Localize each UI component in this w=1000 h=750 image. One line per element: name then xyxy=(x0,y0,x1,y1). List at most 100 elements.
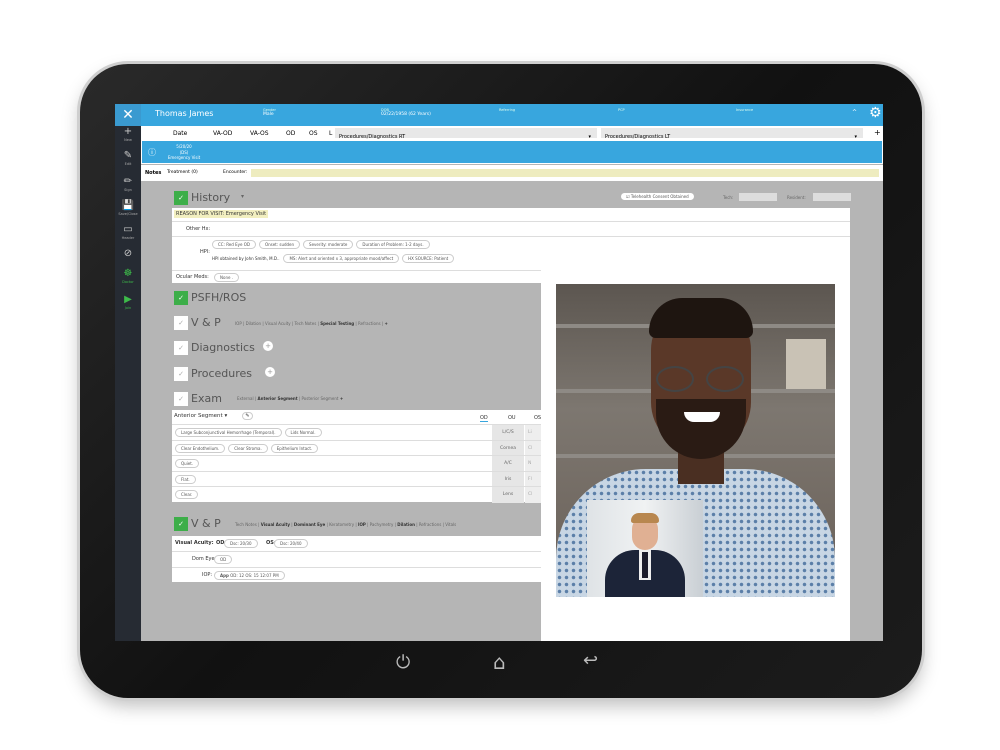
procedures-check[interactable]: ✓ xyxy=(174,367,188,381)
vp2-title[interactable]: V & P xyxy=(191,517,221,530)
add-icon[interactable]: + xyxy=(874,128,881,137)
ocular-meds-label: Ocular Meds: xyxy=(176,274,209,280)
encounter-label: Encounter: xyxy=(223,170,248,175)
va-os-pill[interactable]: Dsc: 20/40 xyxy=(274,539,308,548)
history-caret[interactable]: ▾ xyxy=(241,193,244,200)
section-link[interactable]: IOP xyxy=(235,321,242,326)
hpi-pill[interactable]: MS: Alert and oriented x 3, appropriate … xyxy=(283,254,400,263)
gear-icon[interactable]: ⚙ xyxy=(869,105,882,121)
encounter-input[interactable] xyxy=(251,169,879,177)
section-link[interactable]: External xyxy=(237,396,254,401)
home-icon[interactable]: ⌂ xyxy=(493,650,506,674)
sidebar-item-new[interactable]: + New xyxy=(115,126,141,142)
exam-title[interactable]: Exam xyxy=(191,392,222,405)
back-icon[interactable]: ↩ xyxy=(583,650,598,671)
sidebar-item-join[interactable]: ▶ Join xyxy=(115,294,141,310)
finding-pill[interactable]: Clear Stroma. xyxy=(228,443,268,453)
section-link[interactable]: Keratometry xyxy=(329,522,354,527)
sidebar-item-doctor[interactable]: ☸ Doctor xyxy=(115,268,141,284)
procedures-title[interactable]: Procedures xyxy=(191,367,252,380)
history-check[interactable]: ✓ xyxy=(174,191,188,205)
patient-name: Thomas James xyxy=(155,109,214,118)
tab-od[interactable]: OD xyxy=(480,415,488,422)
patient-header: Thomas James Gender Male DOB 02/22/1958 (6… xyxy=(141,104,883,126)
procedures-rt-dropdown[interactable]: Procedures/Diagnostics RT ▾ xyxy=(335,128,597,140)
tab-ou[interactable]: OU xyxy=(508,415,516,421)
ocular-meds-pill[interactable]: None . xyxy=(214,273,239,282)
collapse-icon[interactable]: ^ xyxy=(852,109,857,116)
section-link[interactable]: Dominant Eye xyxy=(294,522,325,527)
finding-pill[interactable]: Clear Endothelium. xyxy=(175,443,226,453)
finding-pill[interactable]: Lids Normal. xyxy=(284,428,322,437)
dob-field: DOB 02/22/1958 (62 Years) xyxy=(381,108,431,117)
resident-select[interactable] xyxy=(813,193,851,201)
telehealth-consent-checkbox[interactable]: ☑ Telehealth Consent Obtained xyxy=(621,193,694,200)
add-procedure-button[interactable]: + xyxy=(265,367,275,377)
section-link[interactable]: Tech Notes xyxy=(235,522,257,527)
sidebar-item-header[interactable]: ▭ Header xyxy=(115,224,141,240)
column-l: L xyxy=(329,130,333,137)
history-title[interactable]: History xyxy=(191,191,230,204)
anterior-segment-dropdown[interactable]: Anterior Segment ▾ xyxy=(174,413,227,419)
vp-check[interactable]: ✓ xyxy=(174,316,188,330)
sidebar-item-save-close[interactable]: 💾 Save/Close xyxy=(115,200,141,216)
anterior-segment-panel: Anterior Segment ▾ ✎ OD OU OS Large Subc… xyxy=(172,410,542,503)
hpi-pill[interactable]: HX SOURCE: Patient xyxy=(402,254,455,263)
va-od-pill[interactable]: Dsc: 20/30 xyxy=(224,539,258,548)
hpi-pill[interactable]: Severity: moderate xyxy=(303,240,354,249)
section-link[interactable]: Refractions xyxy=(419,522,442,527)
section-link[interactable]: Pachymetry xyxy=(370,522,394,527)
section-link[interactable]: Dilation xyxy=(246,321,261,326)
psfh-title[interactable]: PSFH/ROS xyxy=(191,291,246,304)
diagnostics-check[interactable]: ✓ xyxy=(174,341,188,355)
sidebar-item-compass[interactable]: ⊘ xyxy=(115,248,141,259)
os-value: Cl xyxy=(525,440,542,456)
add-exam-icon[interactable]: + xyxy=(338,396,343,401)
vp2-check[interactable]: ✓ xyxy=(174,517,188,531)
edit-pen-icon[interactable]: ✎ xyxy=(242,412,253,420)
encounter-date: 5/20/20 (DS) Emergency Visit xyxy=(167,144,201,160)
structure-label: L/C/S xyxy=(492,425,524,441)
section-link[interactable]: Special Testing xyxy=(320,321,354,326)
diagnostics-title[interactable]: Diagnostics xyxy=(191,341,255,354)
section-link[interactable]: Tech Notes xyxy=(295,321,317,326)
finding-pill[interactable]: Large Subconjunctival Hemorrhage (Tempor… xyxy=(175,428,282,437)
section-link[interactable]: Visual Acuity xyxy=(261,522,290,527)
section-link[interactable]: Anterior Segment xyxy=(258,396,298,401)
psfh-check[interactable]: ✓ xyxy=(174,291,188,305)
vp-title[interactable]: V & P xyxy=(191,316,221,329)
os-value: Fl xyxy=(525,471,542,487)
sidebar-item-sign[interactable]: ✏ Sign xyxy=(115,176,141,192)
treatment-dropdown[interactable]: Treatment (0) xyxy=(167,170,198,175)
power-icon[interactable]: ⏻ xyxy=(396,652,410,673)
other-hx-label: Other Hx: xyxy=(186,226,211,232)
finding-pill[interactable]: Epithelium Intact. xyxy=(270,443,319,453)
notes-bar: Notes Treatment (0) Encounter: xyxy=(141,165,883,181)
section-link[interactable]: Visual Acuity xyxy=(265,321,291,326)
dom-eye-pill[interactable]: OD xyxy=(214,555,233,564)
exam-check[interactable]: ✓ xyxy=(174,392,188,406)
hpi-pill[interactable]: Duration of Problem: 1-2 days. xyxy=(356,240,430,249)
section-link[interactable]: Posterior Segment xyxy=(302,396,339,401)
hpi-pill[interactable]: CC: Red Eye OD xyxy=(212,240,256,249)
column-va-os: VA-OS xyxy=(250,130,269,137)
plus-icon: + xyxy=(123,126,133,137)
hpi-pill[interactable]: Onset: sudden xyxy=(258,240,301,249)
section-link[interactable]: IOP xyxy=(358,522,366,527)
procedures-lt-dropdown[interactable]: Procedures/Diagnostics LT ▾ xyxy=(601,128,863,140)
anterior-row: Clear. Lens Cl xyxy=(172,486,542,503)
section-link[interactable]: Refractions xyxy=(358,321,381,326)
sidebar-item-edit[interactable]: ✎ Edit xyxy=(115,150,141,166)
iop-pill[interactable]: App OD: 12 OS: 15 12:07 PM xyxy=(214,571,285,580)
encounter-row[interactable]: ⓘ 5/20/20 (DS) Emergency Visit xyxy=(141,140,883,164)
section-link[interactable]: Vitals xyxy=(445,522,456,527)
section-link[interactable]: Dilation xyxy=(397,522,415,527)
add-diagnostic-button[interactable]: + xyxy=(263,341,273,351)
finding-pill[interactable]: Quiet. xyxy=(175,459,200,468)
alert-icon: ⓘ xyxy=(148,148,156,157)
add-link-icon[interactable]: + xyxy=(384,321,387,326)
doctor-video-feed[interactable] xyxy=(587,500,703,597)
finding-pill[interactable]: Flat. xyxy=(175,474,196,484)
tech-select[interactable] xyxy=(739,193,777,201)
finding-pill[interactable]: Clear. xyxy=(175,490,199,499)
